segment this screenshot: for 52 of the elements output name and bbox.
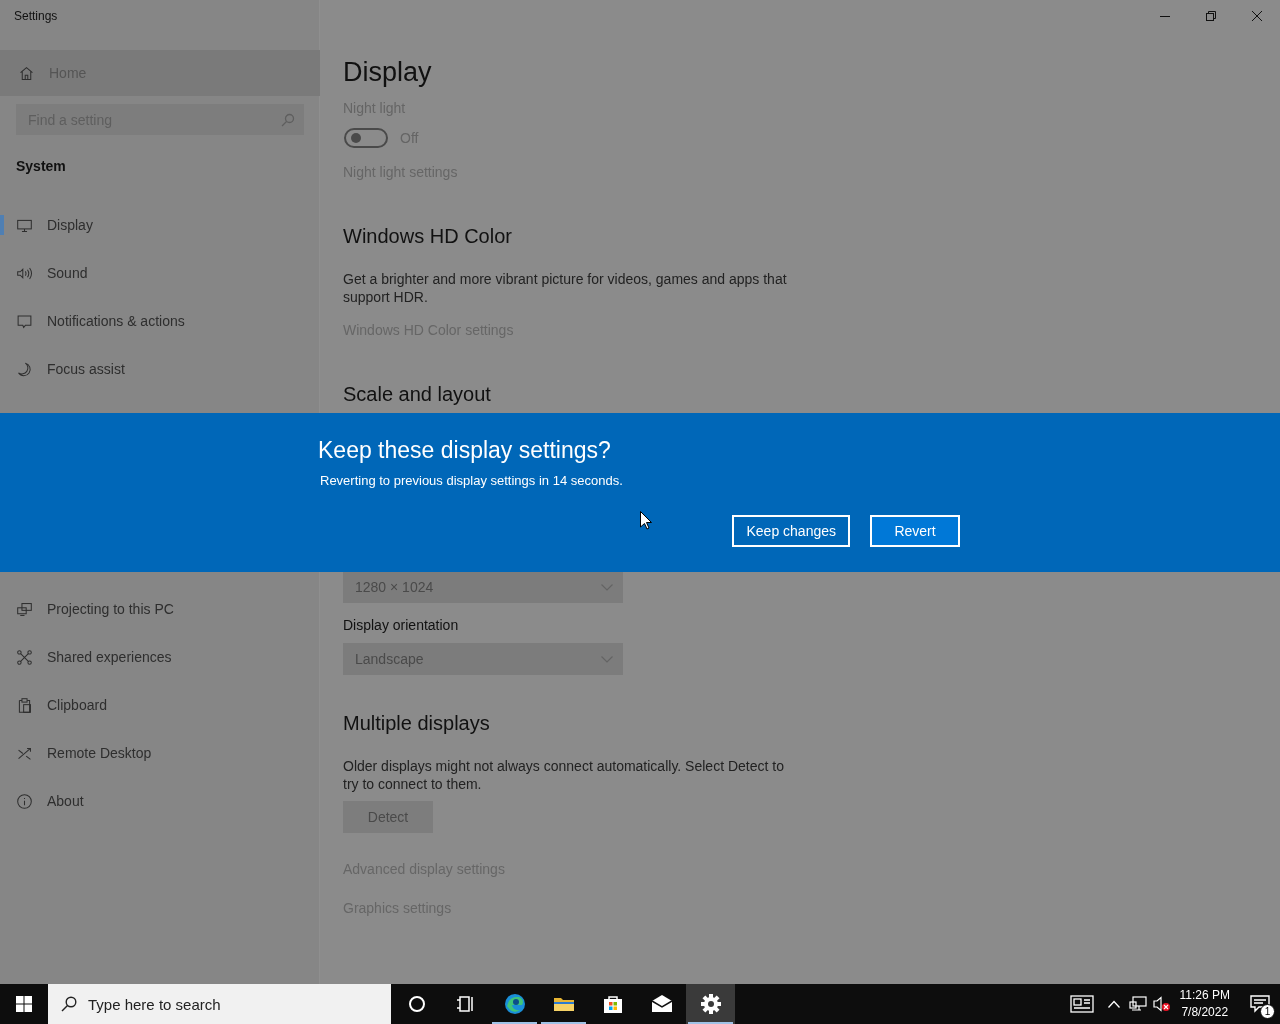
close-icon: [1252, 11, 1262, 21]
setting-label: Display orientation: [343, 616, 459, 635]
muted-speaker-icon[interactable]: [1152, 996, 1171, 1012]
notification-count-badge: 1: [1260, 1004, 1275, 1019]
section-heading: Scale and layout: [343, 382, 491, 407]
chevron-down-icon: [601, 583, 613, 591]
message-icon: [16, 312, 33, 330]
nav-item[interactable]: Notifications & actions: [0, 297, 320, 345]
nav-item[interactable]: Focus assist: [0, 345, 320, 393]
globe-wave-icon: [502, 992, 527, 1016]
page-title: Display: [343, 56, 433, 89]
section-title: System: [16, 158, 67, 175]
nav-item[interactable]: Display: [0, 201, 320, 249]
nav-item[interactable]: About: [0, 777, 320, 825]
info-icon: [16, 792, 33, 810]
nav-item[interactable]: Remote Desktop: [0, 729, 320, 777]
taskbar-search-field[interactable]: Type here to search: [48, 984, 391, 1024]
windows-logo-icon: [16, 996, 32, 1012]
clock-date: 7/8/2022: [1181, 1004, 1229, 1021]
clipboard-icon: [16, 696, 33, 714]
mouse-pointer-icon: [640, 511, 652, 530]
search-icon: [61, 996, 77, 1012]
keep-changes-button[interactable]: Keep changes: [732, 515, 850, 547]
clock-time: 11:26 PM: [1179, 987, 1230, 1004]
chevron-down-icon: [601, 655, 613, 663]
window-title: Settings: [13, 8, 59, 25]
toggle-switch[interactable]: [344, 128, 388, 148]
screens-icon: [16, 600, 33, 618]
network-icon[interactable]: [1128, 996, 1147, 1012]
connected-nodes-icon: [16, 648, 33, 666]
restore-icon: [1206, 11, 1216, 21]
revert-button[interactable]: Revert: [870, 515, 960, 547]
dialog-title: Keep these display settings?: [318, 436, 612, 465]
section-heading: Multiple displays: [343, 711, 490, 736]
news-icon[interactable]: [1069, 995, 1094, 1013]
notification-button[interactable]: 1: [1240, 984, 1280, 1024]
search-icon: [281, 113, 295, 127]
chevron-up-icon[interactable]: [1107, 1000, 1120, 1008]
nav-item[interactable]: Sound: [0, 249, 320, 297]
message-icon: [1250, 995, 1270, 1013]
taskbar-app-button[interactable]: [686, 984, 735, 1024]
home-icon: [18, 64, 35, 82]
nav-item[interactable]: Projecting to this PC: [0, 585, 320, 633]
dialog-message: Reverting to previous display settings in 14 seconds.: [320, 472, 624, 490]
taskbar-clock[interactable]: 11:26 PM 7/8/2022: [1179, 987, 1230, 1021]
moon-icon: [16, 360, 33, 378]
nav-item[interactable]: Clipboard: [0, 681, 320, 729]
nav-item[interactable]: Shared experiences: [0, 633, 320, 681]
description-text: Older displays might not always connect automatically. Select Detect to try to connect to them.: [343, 757, 785, 793]
description-text: Get a brighter and more vibrant picture for videos, games and apps that support HDR.: [343, 270, 788, 306]
section-heading: Windows HD Color: [343, 224, 512, 249]
gear-icon: [698, 992, 723, 1016]
